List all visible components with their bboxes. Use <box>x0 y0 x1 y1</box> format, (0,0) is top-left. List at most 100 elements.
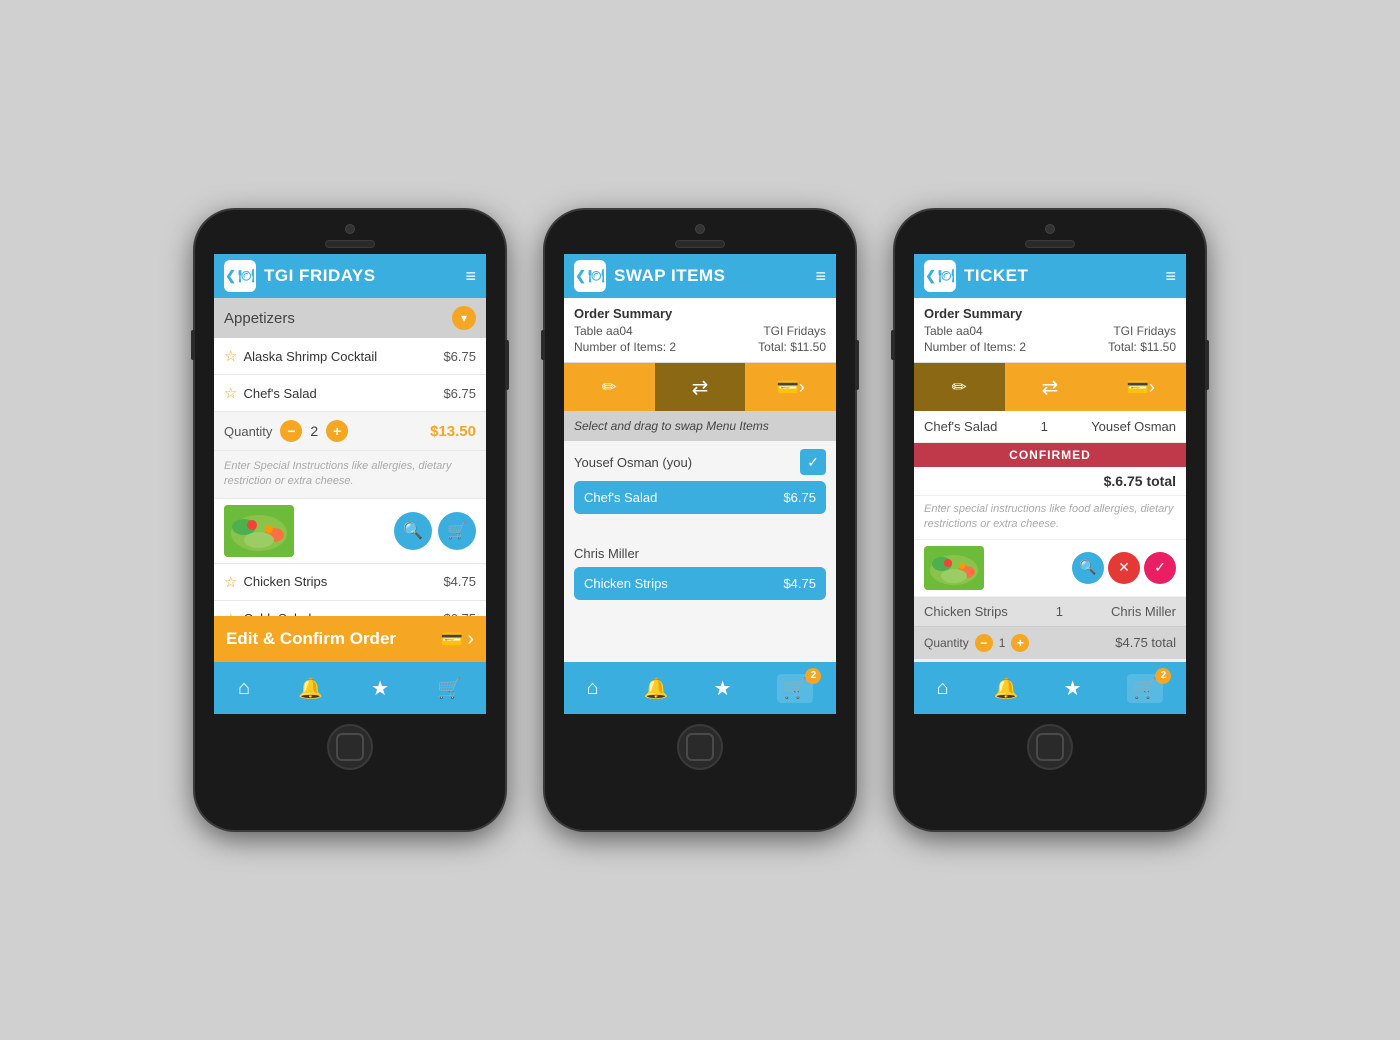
home-btn-inner-3 <box>1036 733 1064 761</box>
zoom-icon-3: 🔍 <box>1079 559 1096 576</box>
nav-home-3[interactable]: ⌂ <box>937 677 949 700</box>
ticket-item1-name: Chef's Salad <box>924 419 997 434</box>
edit-confirm-icon: 💳 › <box>441 628 474 651</box>
item-name-3: Chicken Strips <box>243 574 327 589</box>
swap-item-price-1: $6.75 <box>783 490 816 505</box>
home-button-3[interactable] <box>1027 724 1073 770</box>
confirmed-label: CONFIRMED <box>1009 448 1091 462</box>
content-1: Appetizers ▾ ☆ Alaska Shrimp Cocktail $6… <box>214 298 486 616</box>
app-header-1: ❮ 🍽 TGI FRIDAYS ≡ <box>214 254 486 298</box>
plus-icon: + <box>333 424 341 438</box>
menu-item-alaska-shrimp[interactable]: ☆ Alaska Shrimp Cocktail $6.75 <box>214 338 486 375</box>
tab-card-2[interactable]: 💳 › <box>745 363 836 411</box>
nav-cart-2[interactable]: 🛒 2 <box>777 674 814 703</box>
ticket-remove-btn[interactable]: ✕ <box>1108 552 1140 584</box>
swap-item-name-2: Chicken Strips <box>584 576 668 591</box>
item-price-2: $6.75 <box>443 386 476 401</box>
camera-2 <box>695 224 705 234</box>
quantity-value: 2 <box>310 423 318 439</box>
home-icon-2: ⌂ <box>587 677 599 700</box>
item-price-3: $4.75 <box>443 574 476 589</box>
cart-nav-icon-2: 🛒 <box>783 676 808 701</box>
section-header-appetizers[interactable]: Appetizers ▾ <box>214 298 486 338</box>
tab-swap-3[interactable]: ⇄ <box>1005 363 1096 411</box>
zoom-btn[interactable]: 🔍 <box>394 512 432 550</box>
table-info-3: Table aa04 <box>924 324 1049 338</box>
swap-icon-tab-3: ⇄ <box>1042 375 1059 400</box>
user-section-chris: Chris Miller Chicken Strips $4.75 <box>564 538 836 608</box>
add-to-cart-btn[interactable]: 🛒 <box>438 512 476 550</box>
swap-item-btn-1[interactable]: Chef's Salad $6.75 <box>574 481 826 514</box>
food-image-row-1: 🔍 🛒 <box>214 499 486 564</box>
checkmark-icon-1: ✓ <box>807 454 819 471</box>
edit-icon-tab-3: ✏ <box>952 377 967 398</box>
nav-cart-3[interactable]: 🛒 2 <box>1127 674 1164 703</box>
item-price-1: $6.75 <box>443 349 476 364</box>
ticket-qty-minus-btn[interactable]: − <box>975 634 993 652</box>
expand-btn[interactable]: ▾ <box>452 306 476 330</box>
tab-swap-2[interactable]: ⇄ <box>655 363 746 411</box>
app-header-3: ❮ 🍽 TICKET ≡ <box>914 254 1186 298</box>
menu-icon-3[interactable]: ≡ <box>1165 267 1176 285</box>
menu-icon-1[interactable]: ≡ <box>465 267 476 285</box>
swap-item-btn-2[interactable]: Chicken Strips $4.75 <box>574 567 826 600</box>
app-title-1: TGI FRIDAYS <box>264 266 465 286</box>
nav-home-1[interactable]: ⌂ <box>238 677 250 700</box>
speaker-2 <box>675 240 725 248</box>
cart-badge-2: 2 <box>805 668 821 684</box>
menu-item-cobb-salad[interactable]: ☆ Cobb Salad $6.75 <box>214 601 486 616</box>
screen-3: ❮ 🍽 TICKET ≡ Order Summary Table aa04 TG… <box>914 254 1186 714</box>
ticket-item-2: Chicken Strips 1 Chris Miller <box>914 597 1186 627</box>
star-icon-2[interactable]: ☆ <box>224 384 237 402</box>
speaker-3 <box>1025 240 1075 248</box>
special-instructions-1[interactable]: Enter Special Instructions like allergie… <box>214 451 486 499</box>
home-button-2[interactable] <box>677 724 723 770</box>
swap-item-price-2: $4.75 <box>783 576 816 591</box>
cart-nav-icon-3: 🛒 <box>1133 676 1158 701</box>
card-icon-1: 💳 <box>441 629 463 650</box>
star-nav-icon-3: ★ <box>1064 676 1082 701</box>
special-instructions-text: Enter Special Instructions like allergie… <box>224 460 451 487</box>
check-icon-1[interactable]: ✓ <box>800 449 826 475</box>
menu-icon-2[interactable]: ≡ <box>815 267 826 285</box>
action-btns-1: 🔍 🛒 <box>394 512 476 550</box>
zoom-icon: 🔍 <box>403 521 423 541</box>
chevron-right-icon-1: › <box>467 628 474 651</box>
menu-item-chefs-salad[interactable]: ☆ Chef's Salad $6.75 <box>214 375 486 412</box>
ticket-confirm-btn[interactable]: ✓ <box>1144 552 1176 584</box>
ticket-zoom-btn[interactable]: 🔍 <box>1072 552 1104 584</box>
qty-minus-btn[interactable]: − <box>280 420 302 442</box>
edit-confirm-bar[interactable]: Edit & Confirm Order 💳 › <box>214 616 486 662</box>
total-info-2: Total: $11.50 <box>701 340 826 354</box>
confirmed-bar: CONFIRMED <box>914 443 1186 467</box>
ticket-qty-plus-btn[interactable]: + <box>1011 634 1029 652</box>
menu-item-chicken-strips[interactable]: ☆ Chicken Strips $4.75 <box>214 564 486 601</box>
nav-bell-2[interactable]: 🔔 <box>644 676 669 701</box>
nav-star-2[interactable]: ★ <box>714 676 732 701</box>
star-icon-1[interactable]: ☆ <box>224 347 237 365</box>
home-icon-1: ⌂ <box>238 677 250 700</box>
speaker-1 <box>325 240 375 248</box>
tab-edit-2[interactable]: ✏ <box>564 363 655 411</box>
ticket-food-row: 🔍 ✕ ✓ <box>914 540 1186 597</box>
cart-icon-1: 🛒 <box>447 521 467 541</box>
nav-bell-1[interactable]: 🔔 <box>298 676 323 701</box>
bell-icon-1: 🔔 <box>298 676 323 701</box>
restaurant-info-3: TGI Fridays <box>1051 324 1176 338</box>
nav-star-3[interactable]: ★ <box>1064 676 1082 701</box>
qty-plus-btn[interactable]: + <box>326 420 348 442</box>
ticket-qty-label: Quantity <box>924 636 969 650</box>
special-instr-ticket[interactable]: Enter special instructions like food all… <box>914 496 1186 540</box>
nav-bell-3[interactable]: 🔔 <box>994 676 1019 701</box>
nav-cart-1[interactable]: 🛒 <box>437 676 462 701</box>
swap-instruction-text: Select and drag to swap Menu Items <box>574 419 769 433</box>
nav-star-1[interactable]: ★ <box>371 676 389 701</box>
nav-home-2[interactable]: ⌂ <box>587 677 599 700</box>
home-btn-inner-2 <box>686 733 714 761</box>
ticket-qty-total: $4.75 total <box>1115 635 1176 650</box>
tab-edit-3[interactable]: ✏ <box>914 363 1005 411</box>
bottom-nav-3: ⌂ 🔔 ★ 🛒 2 <box>914 662 1186 714</box>
home-button-1[interactable] <box>327 724 373 770</box>
star-icon-3[interactable]: ☆ <box>224 573 237 591</box>
tab-card-3[interactable]: 💳 › <box>1095 363 1186 411</box>
